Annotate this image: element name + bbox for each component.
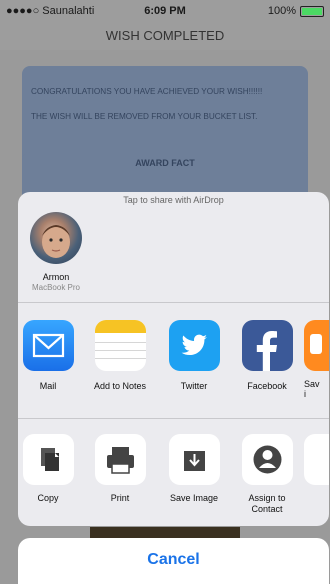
partial-action-icon bbox=[304, 434, 329, 485]
action-assign-to-contact[interactable]: Assign to Contact bbox=[234, 434, 300, 515]
airdrop-person-device: MacBook Pro bbox=[31, 283, 81, 292]
action-partial[interactable] bbox=[304, 434, 329, 485]
facebook-icon bbox=[241, 320, 293, 371]
status-bar: ●●●●○ Saunalahti 6:09 PM 100% bbox=[0, 0, 330, 22]
twitter-icon bbox=[168, 320, 220, 371]
divider bbox=[18, 418, 329, 419]
share-facebook[interactable]: Facebook bbox=[234, 320, 300, 391]
action-print[interactable]: Print bbox=[87, 434, 153, 504]
share-mail[interactable]: Mail bbox=[18, 320, 81, 391]
cancel-label: Cancel bbox=[147, 551, 200, 568]
share-notes-label: Add to Notes bbox=[93, 381, 147, 391]
print-icon bbox=[94, 434, 146, 485]
action-copy-label: Copy bbox=[37, 493, 59, 503]
action-print-label: Print bbox=[110, 493, 130, 503]
secondary-card-title: AWARD FACT bbox=[135, 158, 195, 168]
battery-icon bbox=[300, 5, 324, 17]
share-twitter-label: Twitter bbox=[180, 381, 208, 391]
copy-icon bbox=[22, 434, 74, 485]
cancel-button[interactable]: Cancel bbox=[18, 538, 329, 584]
removal-notice-text: THE WISH WILL BE REMOVED FROM YOUR BUCKE… bbox=[31, 112, 258, 121]
airdrop-person-name: Armon bbox=[42, 272, 70, 282]
partial-app-icon bbox=[304, 320, 329, 371]
share-add-to-notes[interactable]: Add to Notes bbox=[87, 320, 153, 391]
page-title: WISH COMPLETED bbox=[105, 28, 225, 43]
airdrop-person[interactable]: Armon MacBook Pro bbox=[18, 192, 94, 302]
share-partial-app[interactable]: Sav i bbox=[304, 320, 329, 399]
share-twitter[interactable]: Twitter bbox=[161, 320, 227, 391]
background-image-strip bbox=[90, 527, 240, 538]
contact-icon bbox=[241, 434, 293, 485]
save-image-icon bbox=[168, 434, 220, 485]
share-sheet: Tap to share with AirDrop Armon MacBook … bbox=[18, 192, 329, 526]
action-contact-label: Assign to Contact bbox=[248, 493, 286, 514]
congratulations-text: CONGRATULATIONS YOU HAVE ACHIEVED YOUR W… bbox=[31, 87, 263, 96]
share-facebook-label: Facebook bbox=[247, 381, 287, 391]
battery-status: 100% bbox=[268, 5, 324, 17]
action-save-image-label: Save Image bbox=[169, 493, 219, 503]
mail-icon bbox=[22, 320, 74, 371]
battery-percent: 100% bbox=[267, 5, 296, 17]
notes-icon bbox=[94, 320, 146, 371]
navigation-bar: WISH COMPLETED bbox=[0, 22, 330, 50]
action-copy[interactable]: Copy bbox=[18, 434, 81, 504]
share-partial-label: Sav i bbox=[304, 379, 320, 399]
avatar bbox=[30, 212, 82, 264]
share-mail-label: Mail bbox=[39, 381, 57, 391]
action-save-image[interactable]: Save Image bbox=[161, 434, 227, 504]
divider bbox=[18, 302, 329, 303]
